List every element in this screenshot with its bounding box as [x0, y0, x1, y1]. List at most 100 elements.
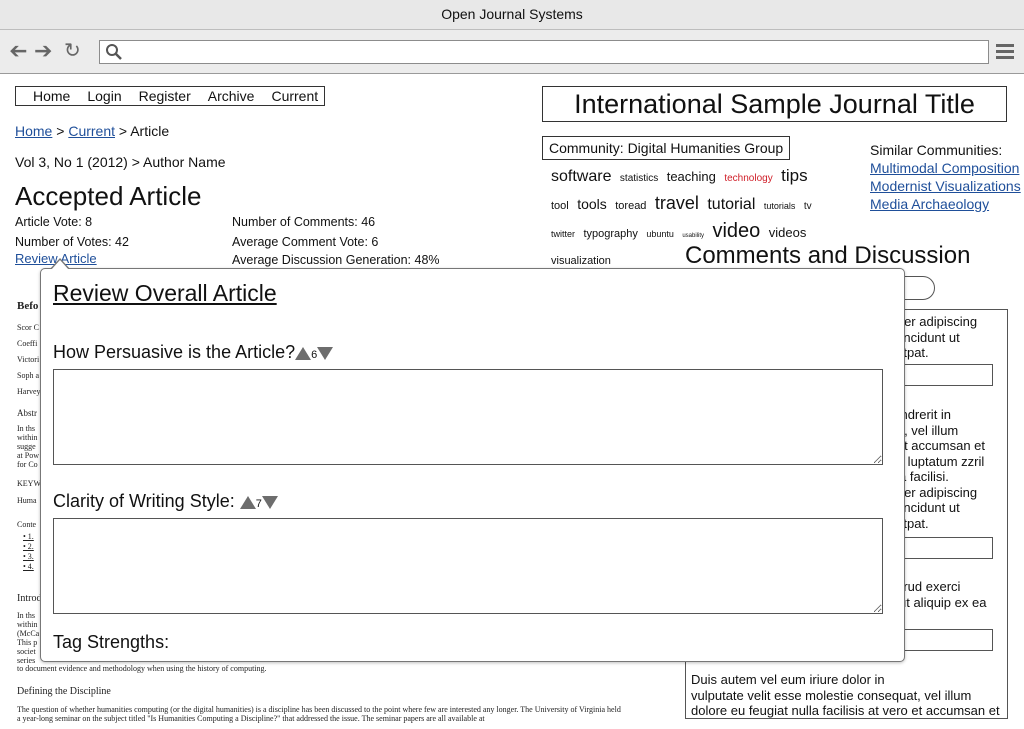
tag-twitter[interactable]: twitter	[551, 229, 575, 239]
vote-down-arrow-icon[interactable]	[317, 347, 334, 360]
question-persuasive: How Persuasive is the Article? 6	[53, 342, 334, 363]
similar-link-media-archaeology[interactable]: Media Archaeology	[870, 196, 989, 212]
article-line: The question of whether humanities compu…	[17, 705, 621, 714]
window-title-bar: Open Journal Systems	[0, 0, 1024, 30]
breadcrumb: Home > Current > Article	[15, 123, 169, 139]
clarity-textarea[interactable]	[53, 518, 883, 614]
issue-line: Vol 3, No 1 (2012) > Author Name	[15, 154, 226, 170]
reply-input[interactable]	[901, 537, 993, 559]
keywords-line: Huma	[17, 496, 37, 505]
question-clarity: Clarity of Writing Style: 7	[53, 491, 278, 512]
search-icon	[106, 44, 122, 60]
tag-technology[interactable]: technology	[724, 173, 772, 184]
contents-heading: Conte	[17, 520, 37, 529]
tag-tutorial[interactable]: tutorial	[707, 196, 755, 213]
contents-item[interactable]: • 4.	[23, 562, 34, 572]
tag-videos[interactable]: videos	[769, 225, 807, 240]
article-vote: Article Vote: 8	[15, 215, 93, 229]
tag-teaching[interactable]: teaching	[667, 169, 716, 184]
question-label: How Persuasive is the Article?	[53, 342, 296, 362]
tag-tv[interactable]: tv	[804, 201, 812, 212]
reload-icon[interactable]: ↻	[64, 38, 81, 64]
tag-typography[interactable]: typography	[583, 228, 637, 240]
article-line: societ	[17, 647, 36, 656]
article-line: Scor C	[17, 323, 39, 332]
window-title: Open Journal Systems	[441, 6, 583, 22]
tag-strengths-label: Tag Strengths:	[53, 632, 170, 652]
section-lines: The question of whether humanities compu…	[17, 705, 677, 723]
tag-software[interactable]: software	[551, 168, 611, 185]
average-discussion-generation: Average Discussion Generation: 48%	[232, 253, 440, 267]
url-bar[interactable]	[99, 40, 989, 64]
nav-login[interactable]: Login	[87, 87, 121, 105]
community-label[interactable]: Community: Digital Humanities Group	[542, 136, 791, 160]
breadcrumb-separator: >	[118, 123, 128, 139]
hamburger-menu-icon[interactable]	[996, 44, 1014, 60]
tag-tool[interactable]: tool	[551, 200, 569, 212]
article-line: In ths	[17, 424, 35, 433]
breadcrumb-page: Article	[130, 123, 170, 139]
tag-tutorials[interactable]: tutorials	[764, 201, 796, 211]
intro-tail: to document evidence and methodology whe…	[17, 664, 267, 673]
similar-link-modernist[interactable]: Modernist Visualizations	[870, 178, 1021, 194]
article-line: a year-long seminar on the subject title…	[17, 714, 485, 723]
article-line: This p	[17, 638, 38, 647]
contents-item[interactable]: • 3.	[23, 552, 34, 562]
similar-heading: Similar Communities:	[870, 142, 1003, 158]
similar-communities: Similar Communities: Multimodal Composit…	[870, 141, 1021, 213]
vote-up-arrow-icon[interactable]	[239, 496, 256, 509]
tag-toread[interactable]: toread	[615, 200, 646, 212]
nav-archive[interactable]: Archive	[208, 87, 255, 105]
breadcrumb-separator: >	[56, 123, 65, 139]
tag-visualization[interactable]: visualization	[551, 255, 611, 267]
browser-toolbar: ➔ ➔ ↻	[0, 30, 1024, 74]
article-line: sugge	[17, 442, 36, 451]
back-arrow-icon[interactable]: ➔	[9, 38, 27, 64]
abstract-heading: Abstr	[17, 408, 37, 418]
article-line: Soph a	[17, 371, 39, 380]
nav-register[interactable]: Register	[139, 87, 191, 105]
article-line: In ths	[17, 611, 35, 620]
similar-link-multimodal[interactable]: Multimodal Composition	[870, 160, 1019, 176]
tag-tips[interactable]: tips	[781, 166, 807, 185]
number-of-comments: Number of Comments: 46	[232, 215, 376, 229]
side-lines: Scor C Coeffi Victori Soph a Harvey	[17, 320, 41, 400]
article-line: Victori	[17, 355, 40, 364]
vote-down-arrow-icon[interactable]	[261, 496, 278, 509]
vote-up-arrow-icon[interactable]	[295, 347, 312, 360]
persuasive-textarea[interactable]	[53, 369, 883, 465]
breadcrumb-current[interactable]: Current	[68, 123, 115, 139]
forward-arrow-icon[interactable]: ➔	[34, 38, 52, 64]
contents-item[interactable]: • 2.	[23, 542, 34, 552]
reply-input[interactable]	[901, 629, 993, 651]
side-heading: Befo	[17, 300, 39, 312]
reply-input[interactable]	[901, 364, 993, 386]
tag-travel[interactable]: travel	[655, 193, 699, 213]
comment-text: Duis autem vel eum iriure dolor in vulpu…	[691, 672, 1000, 718]
article-line: for Co	[17, 460, 38, 469]
nav-current[interactable]: Current	[271, 87, 318, 105]
article-line: (McCa	[17, 629, 40, 638]
average-comment-vote: Average Comment Vote: 6	[232, 235, 379, 249]
tag-statistics[interactable]: statistics	[620, 173, 658, 184]
tag-tools[interactable]: tools	[577, 196, 607, 212]
tag-usability[interactable]: usability	[682, 233, 704, 239]
comments-heading: Comments and Discussion	[685, 242, 971, 269]
review-modal: Review Overall Article How Persuasive is…	[40, 268, 905, 662]
article-line: Coeffi	[17, 339, 38, 348]
journal-title: International Sample Journal Title	[542, 86, 1007, 122]
section-heading: Defining the Discipline	[17, 686, 111, 697]
article-line: within	[17, 433, 38, 442]
contents-list: • 1. • 2. • 3. • 4.	[23, 532, 34, 572]
contents-item[interactable]: • 1.	[23, 532, 34, 542]
nav-home[interactable]: Home	[33, 87, 70, 105]
abstract-lines: In ths within sugge at Pow for Co	[17, 424, 39, 469]
keywords-label: KEYW	[17, 479, 41, 488]
tag-video[interactable]: video	[712, 220, 760, 242]
article-line: Harvey	[17, 387, 41, 396]
modal-pointer-fill	[51, 260, 69, 270]
breadcrumb-home[interactable]: Home	[15, 123, 52, 139]
intro-lines: In ths within (McCa This p societ series	[17, 611, 39, 665]
top-nav: Home Login Register Archive Current	[15, 86, 325, 106]
tag-ubuntu[interactable]: ubuntu	[646, 229, 674, 239]
